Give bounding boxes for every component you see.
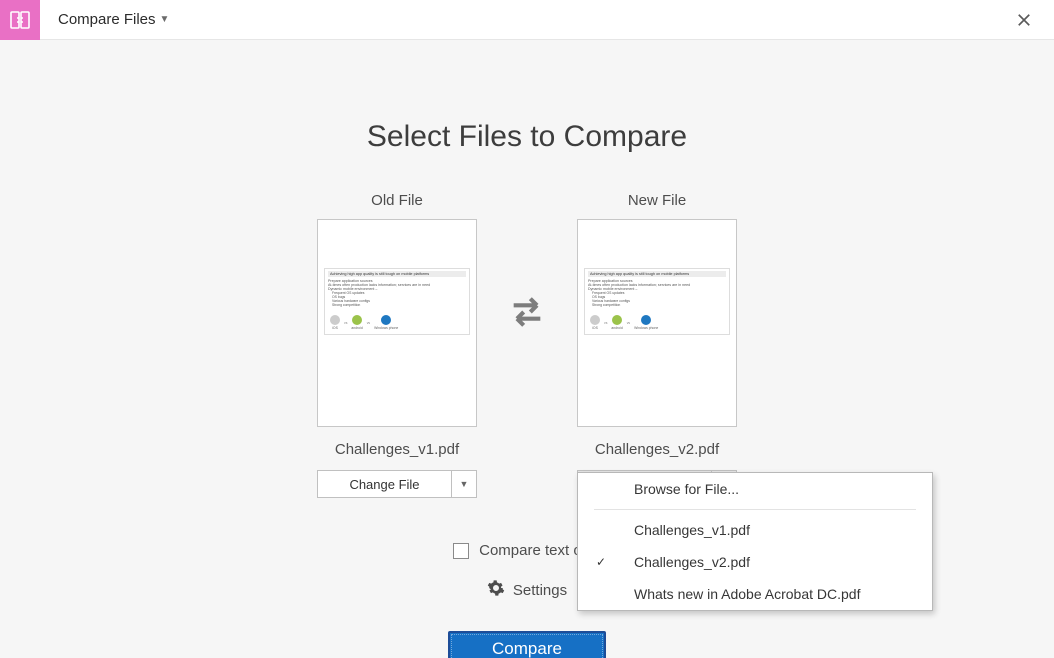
swap-icon [477,192,577,432]
compare-text-only-checkbox[interactable] [453,543,469,559]
page-title: Select Files to Compare [0,120,1054,154]
dropdown-recent-item[interactable]: Challenges_v1.pdf [578,514,932,546]
old-file-column: Old File Achieving high app quality is s… [317,192,477,498]
file-compare-row: Old File Achieving high app quality is s… [0,192,1054,498]
dropdown-recent-item[interactable]: ✓ Challenges_v2.pdf [578,546,932,578]
close-button[interactable] [1012,8,1036,32]
old-file-label: Old File [371,192,423,209]
android-icon: android [611,315,622,330]
new-file-name: Challenges_v2.pdf [595,441,719,458]
old-file-thumbnail[interactable]: Achieving high app quality is still toug… [317,219,477,427]
dropdown-item-label: Whats new in Adobe Acrobat DC.pdf [634,586,860,602]
old-file-name: Challenges_v1.pdf [335,441,459,458]
apple-icon: iOS [590,315,600,330]
apple-icon: iOS [330,315,340,330]
compare-files-icon [0,0,40,40]
settings-label: Settings [513,582,567,599]
toolbar-title-dropdown[interactable]: Compare Files ▼ [58,11,169,28]
dropdown-item-label: Challenges_v1.pdf [634,522,750,538]
chevron-down-icon[interactable]: ▼ [452,471,476,497]
toolbar: Compare Files ▼ [0,0,1054,40]
change-file-label: Change File [318,471,452,497]
new-file-label: New File [628,192,686,209]
dropdown-separator [594,509,916,510]
compare-button[interactable]: Compare [448,631,606,658]
windows-icon: Windows phone [634,315,658,330]
change-file-dropdown: Browse for File... Challenges_v1.pdf ✓ Cha… [577,472,933,611]
windows-icon: Windows phone [374,315,398,330]
change-old-file-button[interactable]: Change File ▼ [317,470,477,498]
toolbar-title-text: Compare Files [58,11,156,28]
check-icon: ✓ [596,555,606,569]
chevron-down-icon: ▼ [160,14,170,25]
dropdown-recent-item[interactable]: Whats new in Adobe Acrobat DC.pdf [578,578,932,610]
android-icon: android [351,315,362,330]
gear-icon [487,579,505,601]
new-file-thumbnail[interactable]: Achieving high app quality is still toug… [577,219,737,427]
dropdown-browse-item[interactable]: Browse for File... [578,473,932,505]
new-file-column: New File Achieving high app quality is s… [577,192,737,498]
thumb-doc-title: Achieving high app quality is still toug… [588,271,726,277]
dropdown-item-label: Challenges_v2.pdf [634,554,750,570]
thumb-doc-title: Achieving high app quality is still toug… [328,271,466,277]
